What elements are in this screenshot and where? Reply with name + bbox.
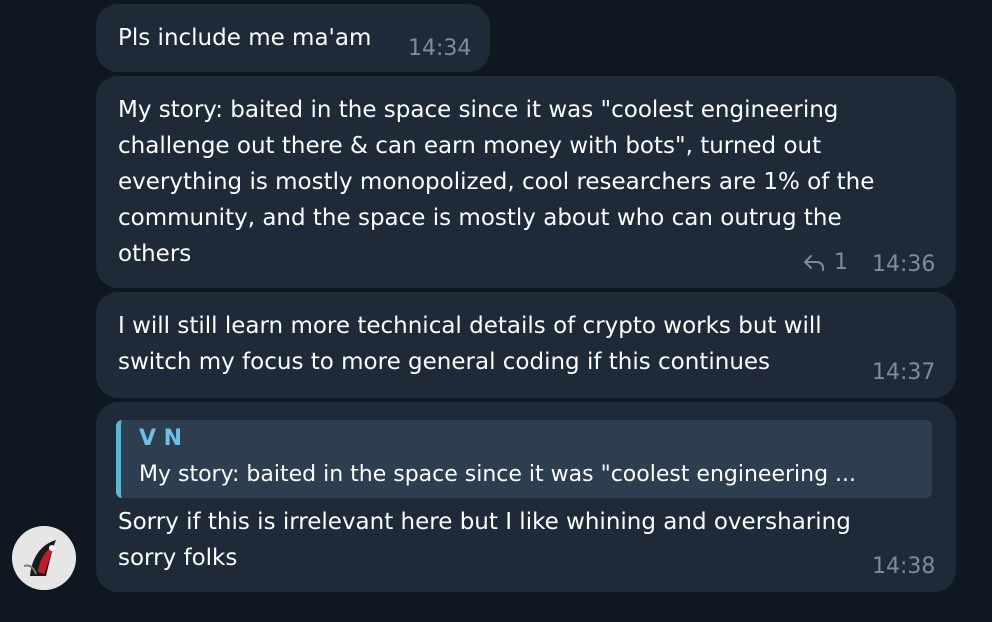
reply-count[interactable]: 1 xyxy=(802,250,848,275)
reply-quote[interactable]: V N My story: baited in the space since … xyxy=(116,420,932,498)
quote-author: V N xyxy=(139,426,183,451)
message-text: Sorry if this is irrelevant here but I l… xyxy=(118,509,851,571)
message-time: 14:34 xyxy=(408,36,472,61)
message-bubble[interactable]: V N My story: baited in the space since … xyxy=(96,402,956,592)
message-bubble[interactable]: Pls include me ma'am 14:34 xyxy=(96,4,490,72)
message-text: Pls include me ma'am xyxy=(118,25,372,51)
message-text: I will still learn more technical detail… xyxy=(118,313,822,375)
message-text: My story: baited in the space since it w… xyxy=(118,97,875,267)
reply-arrow-icon xyxy=(802,252,826,274)
reply-count-label: 1 xyxy=(834,250,848,275)
message-bubble[interactable]: My story: baited in the space since it w… xyxy=(96,76,956,288)
quote-text: My story: baited in the space since it w… xyxy=(139,462,857,487)
avatar[interactable] xyxy=(12,526,76,590)
message-time: 14:38 xyxy=(872,554,936,579)
message-time: 14:36 xyxy=(872,252,936,277)
message-time: 14:37 xyxy=(872,360,936,385)
message-bubble[interactable]: I will still learn more technical detail… xyxy=(96,292,956,398)
